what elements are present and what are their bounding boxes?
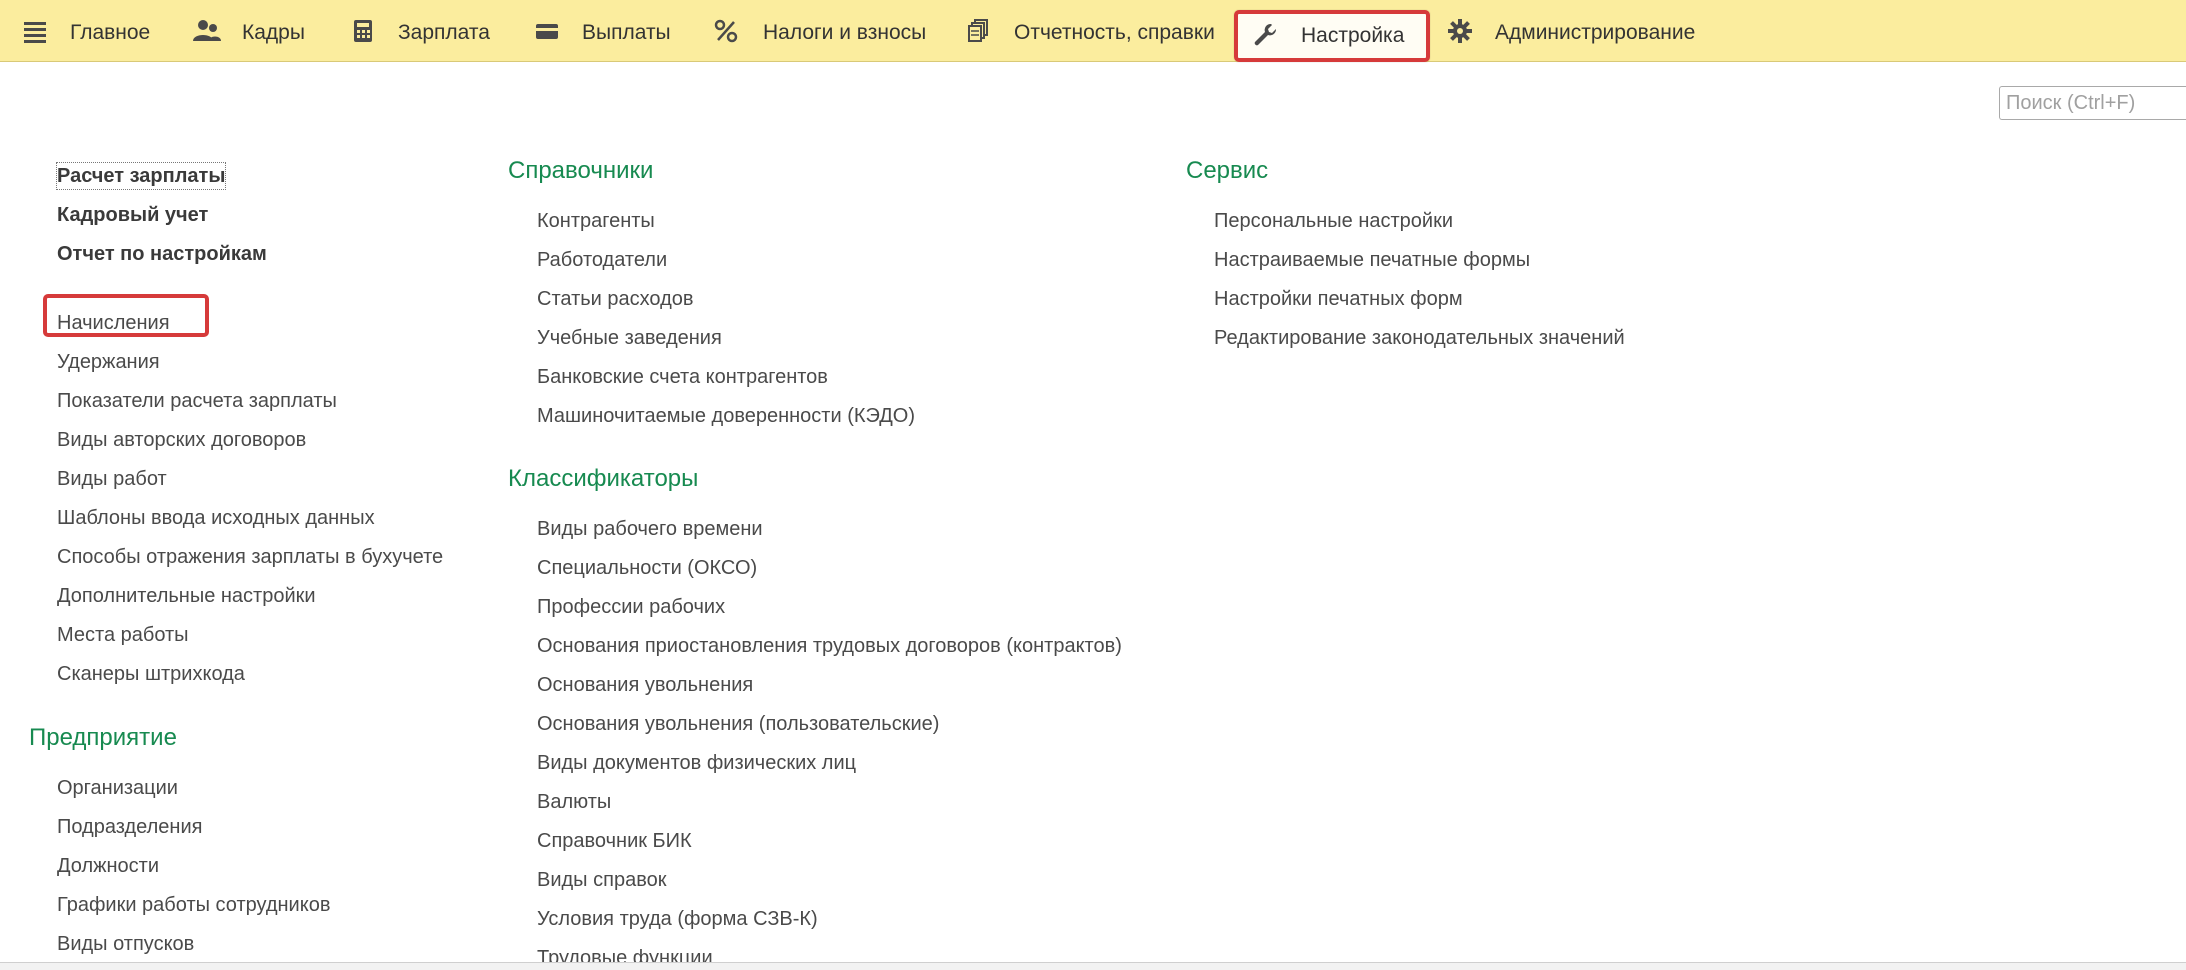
link-work-types[interactable]: Виды работ [57,466,167,492]
link-barcode-scanners[interactable]: Сканеры штрихкода [57,661,245,687]
wallet-icon [536,24,558,39]
people-icon [193,20,221,41]
section-administration[interactable]: Администрирование [1436,0,1736,62]
section-label: Настройка [1301,24,1405,47]
link-dismissal-reasons-custom[interactable]: Основания увольнения (пользовательские) [537,711,939,737]
section-label: Главное [70,21,151,44]
gear-icon [1448,19,1472,43]
section-payments[interactable]: Выплаты [520,0,700,62]
section-label: Выплаты [582,21,671,44]
link-author-contract-types[interactable]: Виды авторских договоров [57,427,306,453]
search-input[interactable] [1999,86,2186,120]
status-strip [0,963,2186,970]
link-working-time-types[interactable]: Виды рабочего времени [537,516,763,542]
link-hr-accounting[interactable]: Кадровый учет [57,202,208,228]
heading-classifiers[interactable]: Классификаторы [508,464,698,494]
wrench-icon [1254,23,1277,46]
section-main[interactable]: Главное [0,0,180,62]
section-reports[interactable]: Отчетность, справки [960,0,1230,62]
link-settings-report[interactable]: Отчет по настройкам [57,241,267,267]
link-legislative-values-editing[interactable]: Редактирование законодательных значений [1214,325,1625,351]
link-additional-settings[interactable]: Дополнительные настройки [57,583,316,609]
section-label: Кадры [242,21,305,44]
sections-panel: Главное Кадры Зарплата Выплаты Налоги и … [0,0,2186,62]
link-contract-suspension-reasons[interactable]: Основания приостановления трудовых догов… [537,633,1122,659]
section-label: Отчетность, справки [1014,21,1215,44]
link-employers[interactable]: Работодатели [537,247,667,273]
heading-directories[interactable]: Справочники [508,156,653,186]
link-departments[interactable]: Подразделения [57,814,202,840]
link-bik-directory[interactable]: Справочник БИК [537,828,692,854]
link-organizations[interactable]: Организации [57,775,178,801]
link-worker-professions[interactable]: Профессии рабочих [537,594,725,620]
link-deductions[interactable]: Удержания [57,349,160,375]
section-label: Зарплата [398,21,490,44]
link-dismissal-reasons[interactable]: Основания увольнения [537,672,753,698]
section-taxes[interactable]: Налоги и взносы [700,0,970,62]
link-vacation-types[interactable]: Виды отпусков [57,931,194,957]
link-specialties-okso[interactable]: Специальности (ОКСО) [537,555,757,581]
link-educational-institutions[interactable]: Учебные заведения [537,325,722,351]
link-certificate-types[interactable]: Виды справок [537,867,666,893]
link-work-schedules[interactable]: Графики работы сотрудников [57,892,330,918]
link-print-form-settings[interactable]: Настройки печатных форм [1214,286,1463,312]
link-input-templates[interactable]: Шаблоны ввода исходных данных [57,505,375,531]
section-settings[interactable]: Настройка [1234,10,1430,62]
calculator-icon [354,20,372,42]
section-label: Налоги и взносы [763,21,927,44]
link-personal-settings[interactable]: Персональные настройки [1214,208,1453,234]
link-counterparty-bank-accounts[interactable]: Банковские счета контрагентов [537,364,828,390]
section-salary[interactable]: Зарплата [340,0,520,62]
link-identity-document-types[interactable]: Виды документов физических лиц [537,750,856,776]
link-custom-print-forms[interactable]: Настраиваемые печатные формы [1214,247,1530,273]
section-label: Администрирование [1495,21,1696,44]
link-counterparties[interactable]: Контрагенты [537,208,655,234]
documents-icon [968,19,988,42]
link-expense-items[interactable]: Статьи расходов [537,286,694,312]
section-personnel[interactable]: Кадры [180,0,340,62]
hamburger-menu-icon [24,22,46,43]
link-payroll-indicators[interactable]: Показатели расчета зарплаты [57,388,337,414]
link-payroll-calculation[interactable]: Расчет зарплаты [57,163,225,189]
heading-enterprise[interactable]: Предприятие [29,723,177,753]
link-positions[interactable]: Должности [57,853,159,879]
link-currencies[interactable]: Валюты [537,789,611,815]
link-machine-readable-powers[interactable]: Машиночитаемые доверенности (КЭДО) [537,403,915,429]
link-workplaces[interactable]: Места работы [57,622,189,648]
link-accruals[interactable]: Начисления [57,310,170,336]
percent-icon [714,19,738,43]
heading-service[interactable]: Сервис [1186,156,1268,186]
link-payroll-accounting-methods[interactable]: Способы отражения зарплаты в бухучете [57,544,443,570]
link-working-conditions[interactable]: Условия труда (форма СЗВ-К) [537,906,818,932]
